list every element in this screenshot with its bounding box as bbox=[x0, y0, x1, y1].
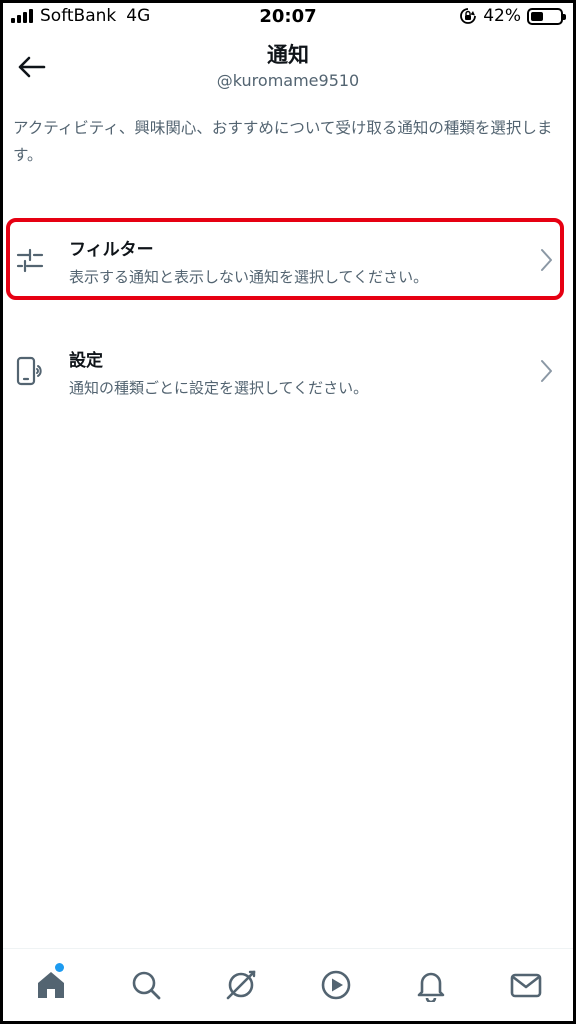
spaces-icon bbox=[226, 970, 255, 1000]
username: @kuromame9510 bbox=[216, 71, 360, 90]
bottom-tab-bar bbox=[3, 948, 573, 1021]
settings-subtitle: 通知の種類ごとに設定を選択してください。 bbox=[69, 379, 369, 397]
tab-video[interactable] bbox=[288, 949, 383, 1021]
notification-dot bbox=[55, 963, 64, 972]
filter-row[interactable]: フィルター 表示する通知と表示しない通知を選択してください。 bbox=[3, 219, 573, 301]
filter-title: フィルター bbox=[69, 240, 154, 260]
device-icon bbox=[13, 354, 47, 388]
chevron-right-icon bbox=[541, 360, 552, 382]
battery-fill bbox=[531, 11, 543, 21]
battery-percent: 42% bbox=[483, 6, 521, 26]
notifications-icon bbox=[417, 972, 444, 1002]
filter-subtitle: 表示する通知と表示しない通知を選択してください。 bbox=[69, 268, 429, 286]
messages-icon bbox=[510, 973, 541, 998]
tab-messages[interactable] bbox=[478, 949, 573, 1021]
header: 通知 @kuromame9510 bbox=[3, 31, 573, 101]
tab-search[interactable] bbox=[98, 949, 193, 1021]
search-icon bbox=[132, 971, 160, 1000]
video-icon bbox=[321, 970, 350, 1000]
status-bar: SoftBank 4G 20:07 42% bbox=[3, 3, 573, 31]
page-description: アクティビティ、興味関心、おすすめについて受け取る通知の種類を選択します。 bbox=[13, 119, 553, 164]
settings-row[interactable]: 設定 通知の種類ごとに設定を選択してください。 bbox=[3, 330, 573, 412]
tab-spaces[interactable] bbox=[193, 949, 288, 1021]
settings-title: 設定 bbox=[69, 351, 103, 371]
home-icon bbox=[37, 972, 64, 998]
orientation-lock-icon bbox=[460, 8, 477, 24]
filter-sliders-icon bbox=[13, 243, 47, 277]
battery-icon bbox=[527, 7, 566, 25]
tab-home[interactable] bbox=[3, 949, 98, 1021]
chevron-right-icon bbox=[541, 249, 552, 271]
tab-notifications[interactable] bbox=[383, 949, 478, 1021]
page-title: 通知 bbox=[267, 43, 309, 67]
